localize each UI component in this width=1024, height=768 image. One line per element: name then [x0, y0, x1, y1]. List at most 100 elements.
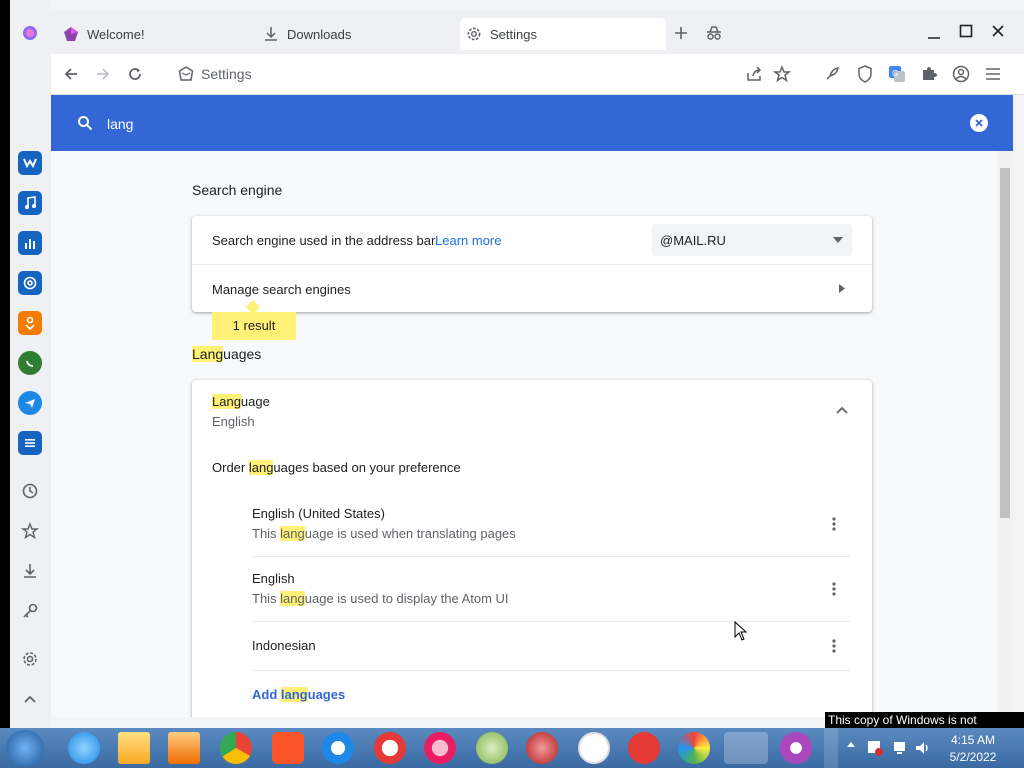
- desc-post: uage is used when translating pages: [304, 526, 516, 541]
- rocket-icon[interactable]: [824, 66, 840, 82]
- bookmarks-icon[interactable]: [17, 518, 43, 544]
- language-item: Indonesian: [252, 638, 850, 658]
- learn-more-link[interactable]: Learn more: [435, 233, 501, 248]
- minimize-icon[interactable]: [927, 27, 941, 41]
- language-description: This language is used when translating p…: [252, 526, 516, 541]
- whatsapp-icon[interactable]: [18, 351, 42, 375]
- forward-arrow-icon[interactable]: [95, 66, 111, 82]
- start-button-icon[interactable]: [6, 730, 44, 766]
- highlight-match: lang: [248, 460, 274, 475]
- chrome-icon[interactable]: [220, 732, 252, 764]
- list-icon[interactable]: [18, 431, 42, 455]
- reload-icon[interactable]: [127, 66, 143, 82]
- menu-hamburger-icon[interactable]: [984, 66, 1002, 82]
- address-bar-engine-row: Search engine used in the address bar Le…: [192, 216, 872, 264]
- search-engine-card: Search engine used in the address bar Le…: [192, 216, 872, 340]
- more-options-icon[interactable]: [824, 514, 844, 534]
- taskbar-scroll-icon[interactable]: [824, 728, 838, 768]
- vk-icon[interactable]: [18, 151, 42, 175]
- tab-downloads[interactable]: Downloads: [263, 18, 453, 50]
- extensions-puzzle-icon[interactable]: [920, 65, 938, 83]
- tab-label: Settings: [490, 26, 537, 42]
- media-player-icon[interactable]: [168, 732, 200, 764]
- translate-icon[interactable]: G: [888, 65, 906, 83]
- desc-pre: This: [252, 526, 281, 541]
- yandex-icon[interactable]: [578, 732, 610, 764]
- music-icon[interactable]: [18, 191, 42, 215]
- downloads-icon[interactable]: [17, 558, 43, 584]
- comodo-icon[interactable]: [526, 732, 558, 764]
- search-input[interactable]: [105, 113, 909, 135]
- key-icon[interactable]: [17, 598, 43, 624]
- search-engine-select[interactable]: @MAIL.RU: [652, 224, 852, 256]
- share-icon[interactable]: [745, 66, 763, 82]
- shield-icon[interactable]: [857, 65, 873, 83]
- language-name: English: [252, 571, 295, 586]
- collapse-chevron-icon[interactable]: [17, 686, 43, 712]
- dropdown-arrow-icon: [833, 237, 843, 243]
- add-pre: Add: [252, 687, 281, 702]
- atom-logo-icon[interactable]: [17, 20, 43, 46]
- settings-page-icon: [178, 66, 194, 82]
- browser-privacy-icon[interactable]: [780, 732, 812, 764]
- maximize-icon[interactable]: [959, 24, 973, 38]
- search-icon: [77, 115, 93, 131]
- profile-icon[interactable]: [952, 65, 970, 83]
- mail-icon[interactable]: [18, 271, 42, 295]
- language-description: This language is used to display the Ato…: [252, 591, 509, 606]
- show-hidden-icons-icon[interactable]: [846, 740, 856, 748]
- tab-welcome[interactable]: Welcome!: [63, 18, 253, 50]
- stats-icon[interactable]: [18, 231, 42, 255]
- history-icon[interactable]: [17, 478, 43, 504]
- settings-gear-icon[interactable]: [17, 646, 43, 672]
- back-arrow-icon[interactable]: [63, 66, 79, 82]
- opera-gx-icon[interactable]: [424, 732, 456, 764]
- desc-pre: This: [252, 591, 281, 606]
- more-options-icon[interactable]: [824, 636, 844, 656]
- clock[interactable]: 4:15 AM 5/2/2022: [945, 733, 1001, 764]
- add-languages-button[interactable]: Add languages: [252, 687, 345, 702]
- collapse-chevron-up-icon[interactable]: [836, 406, 848, 414]
- file-explorer-icon[interactable]: [118, 732, 150, 764]
- telegram-icon[interactable]: [18, 391, 42, 415]
- toolbar: Settings G: [51, 54, 1024, 95]
- highlight-match: lang: [280, 687, 308, 702]
- network-icon[interactable]: [892, 739, 910, 757]
- more-options-icon[interactable]: [824, 579, 844, 599]
- clock-time: 4:15 AM: [950, 733, 996, 747]
- highlight-match: lang: [280, 591, 305, 606]
- highlight-match: lang: [280, 526, 305, 541]
- scrollbar-thumb[interactable]: [1000, 168, 1010, 518]
- tab-label: Welcome!: [87, 26, 145, 42]
- atom-taskbar-icon[interactable]: [724, 732, 768, 764]
- current-language-value: English: [212, 414, 255, 429]
- brave-icon[interactable]: [272, 732, 304, 764]
- settings-search-bar: [51, 95, 1013, 151]
- browser-icon[interactable]: [322, 732, 354, 764]
- divider: [252, 670, 850, 671]
- volume-icon[interactable]: [914, 739, 932, 757]
- side-panel: [10, 0, 51, 728]
- order-post: uages based on your preference: [273, 460, 461, 475]
- taskbar: 4:15 AM 5/2/2022: [0, 728, 1024, 768]
- tab-strip: Welcome! Downloads Settings: [51, 10, 1024, 54]
- opera-icon[interactable]: [374, 732, 406, 764]
- address-bar-text[interactable]: Settings: [201, 66, 252, 82]
- new-tab-plus-icon[interactable]: [673, 25, 689, 41]
- close-window-icon[interactable]: [991, 24, 1005, 38]
- internet-explorer-icon[interactable]: [68, 732, 100, 764]
- freedom-browser-icon[interactable]: [678, 732, 710, 764]
- bookmark-star-icon[interactable]: [773, 65, 791, 83]
- tab-settings[interactable]: Settings: [460, 18, 666, 50]
- security-warning-icon[interactable]: [866, 739, 884, 757]
- language-row[interactable]: Language English: [192, 380, 872, 446]
- clear-search-icon[interactable]: [970, 114, 988, 132]
- yandex-browser-icon[interactable]: [628, 732, 660, 764]
- heading-rest: uages: [223, 346, 262, 362]
- uc-browser-icon[interactable]: [476, 732, 508, 764]
- manage-search-engines-row[interactable]: Manage search engines: [192, 265, 872, 312]
- order-pre: Order: [212, 460, 249, 475]
- incognito-icon[interactable]: [705, 25, 723, 41]
- ok-icon[interactable]: [18, 311, 42, 335]
- clock-date: 5/2/2022: [949, 750, 997, 764]
